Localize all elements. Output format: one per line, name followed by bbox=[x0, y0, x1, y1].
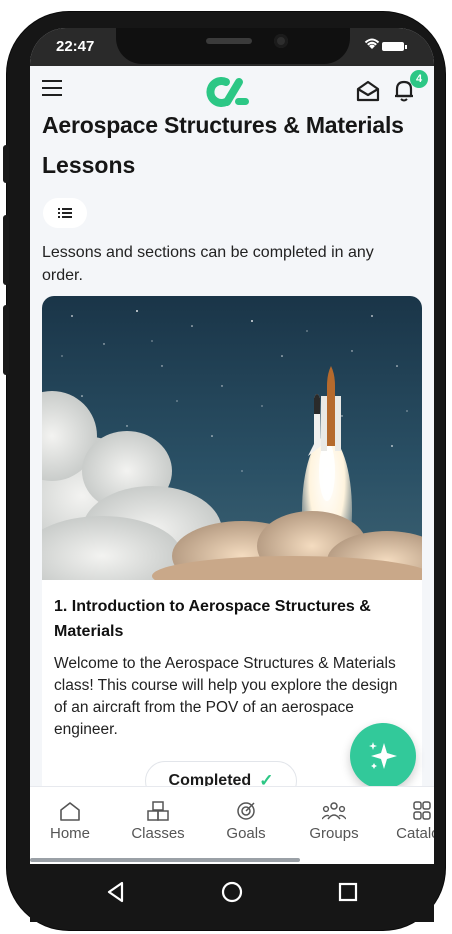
home-icon bbox=[60, 802, 80, 821]
app-logo[interactable] bbox=[206, 76, 252, 108]
grid-icon bbox=[413, 801, 431, 820]
speaker bbox=[206, 38, 252, 44]
notch bbox=[116, 28, 350, 64]
lesson-description: Welcome to the Aerospace Structures & Ma… bbox=[54, 655, 398, 738]
wifi-icon bbox=[364, 37, 380, 54]
cubes-icon bbox=[147, 801, 169, 821]
nav-goals[interactable]: Goals bbox=[206, 801, 286, 842]
nav-catalog[interactable]: Catalog bbox=[382, 801, 434, 842]
lessons-intro-text: Lessons and sections can be completed in… bbox=[42, 244, 374, 284]
phone-side-button bbox=[3, 145, 9, 183]
nav-groups[interactable]: Groups bbox=[294, 801, 374, 842]
phone-volume-up bbox=[3, 215, 9, 285]
lessons-heading: Lessons bbox=[42, 152, 136, 178]
recent-apps-icon[interactable] bbox=[334, 878, 362, 906]
nav-classes-label: Classes bbox=[131, 825, 185, 842]
notification-badge: 4 bbox=[410, 70, 428, 88]
lesson-title[interactable]: 1. Introduction to Aerospace Structures … bbox=[54, 594, 404, 644]
nav-home-label: Home bbox=[49, 825, 90, 842]
ai-assistant-button[interactable] bbox=[350, 723, 416, 789]
system-navigation-bar bbox=[30, 864, 434, 922]
home-button-icon[interactable] bbox=[218, 878, 246, 906]
menu-icon[interactable] bbox=[42, 80, 62, 96]
app-bar: 4 bbox=[30, 66, 434, 118]
status-time: 22:47 bbox=[56, 38, 95, 55]
nav-classes[interactable]: Classes bbox=[118, 801, 198, 842]
mail-icon[interactable] bbox=[355, 78, 381, 104]
list-view-toggle[interactable] bbox=[43, 198, 87, 228]
target-icon bbox=[237, 802, 255, 820]
nav-catalog-label: Catalog bbox=[396, 825, 434, 842]
screen: 22:47 4 Aerospace Structures & Materials… bbox=[30, 28, 434, 864]
back-icon[interactable] bbox=[102, 878, 130, 906]
phone-volume-down bbox=[3, 305, 9, 375]
list-icon bbox=[58, 208, 72, 218]
people-icon bbox=[322, 802, 346, 820]
nav-goals-label: Goals bbox=[226, 825, 266, 842]
sparkle-icon bbox=[369, 742, 397, 769]
status-bar: 22:47 bbox=[30, 28, 434, 66]
course-title: Aerospace Structures & Materials bbox=[42, 112, 404, 138]
rocket-launch-image bbox=[42, 296, 422, 580]
horizontal-scroll-indicator[interactable] bbox=[30, 858, 300, 862]
battery-icon bbox=[382, 42, 407, 51]
nav-home[interactable]: Home bbox=[30, 801, 110, 842]
nav-groups-label: Groups bbox=[309, 825, 359, 842]
bottom-navigation: Home Classes Goals Groups Catalog bbox=[30, 786, 434, 864]
front-camera bbox=[274, 34, 288, 48]
